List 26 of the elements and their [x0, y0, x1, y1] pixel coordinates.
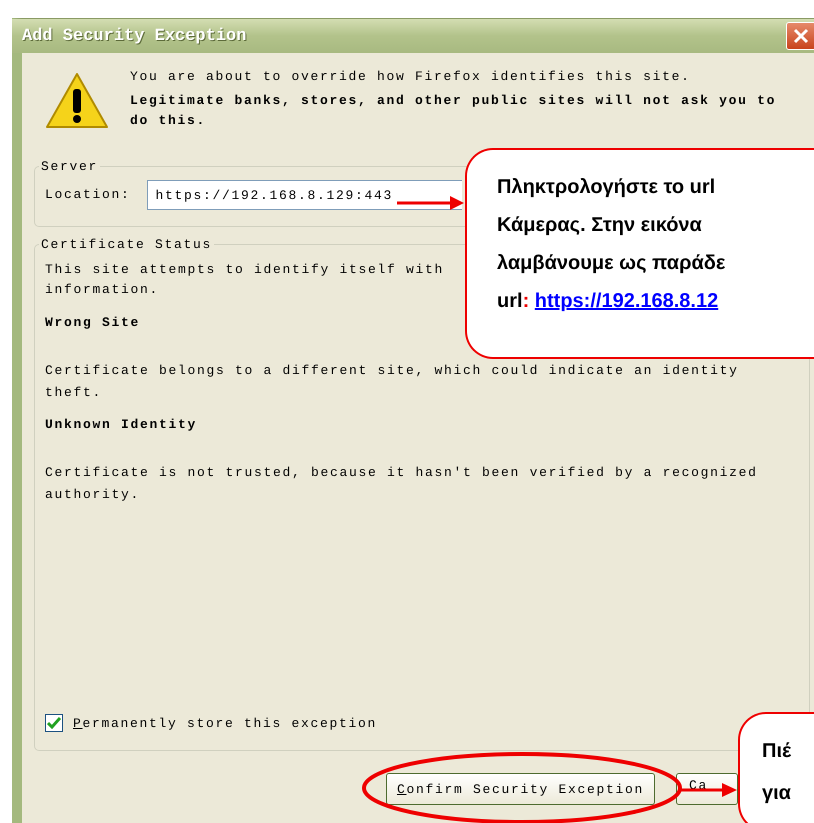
section-text: Certificate belongs to a different site, which could indicate an identity theft.: [45, 362, 740, 402]
group-legend: Certificate Status: [39, 237, 214, 252]
warning-text: You are about to override how Firefox identifies this site.: [130, 68, 692, 86]
section-heading: Wrong Site: [45, 314, 140, 332]
checkbox-label[interactable]: Permanently store this exception: [73, 716, 378, 730]
callout-text: Κάμερας. Στην εικόνα: [497, 213, 703, 238]
window-title: Add Security Exception: [22, 26, 246, 46]
callout-text: url: https://192.168.8.12: [497, 289, 720, 314]
callout-text: Πιέ: [762, 739, 792, 764]
location-label: Location:: [45, 186, 131, 204]
warning-bold-text: Legitimate banks, stores, and other public sites will not ask you to do this.: [130, 92, 778, 130]
checkbox[interactable]: [45, 714, 63, 732]
close-icon: [793, 28, 809, 44]
location-field[interactable]: https://192.168.8.129:443: [146, 180, 462, 210]
callout-text: λαμβάνουμε ως παράδε: [497, 251, 726, 276]
close-button[interactable]: [786, 22, 814, 50]
section-text: Certificate is not trusted, because it hasn't been verified by a recognized authority.: [45, 464, 759, 504]
status-text: This site attempts to identify itself with: [45, 261, 444, 279]
url-link[interactable]: https://192.168.8.12: [534, 290, 718, 312]
warning-icon: [44, 71, 110, 131]
section-heading: Unknown Identity: [45, 416, 198, 434]
confirm-button[interactable]: Confirm Security Exception: [386, 773, 655, 805]
callout-text: Πληκτρολογήστε το url: [497, 175, 716, 200]
group-legend: Server: [39, 159, 100, 174]
status-text: information.: [45, 281, 160, 299]
callout-text: για: [762, 781, 792, 806]
